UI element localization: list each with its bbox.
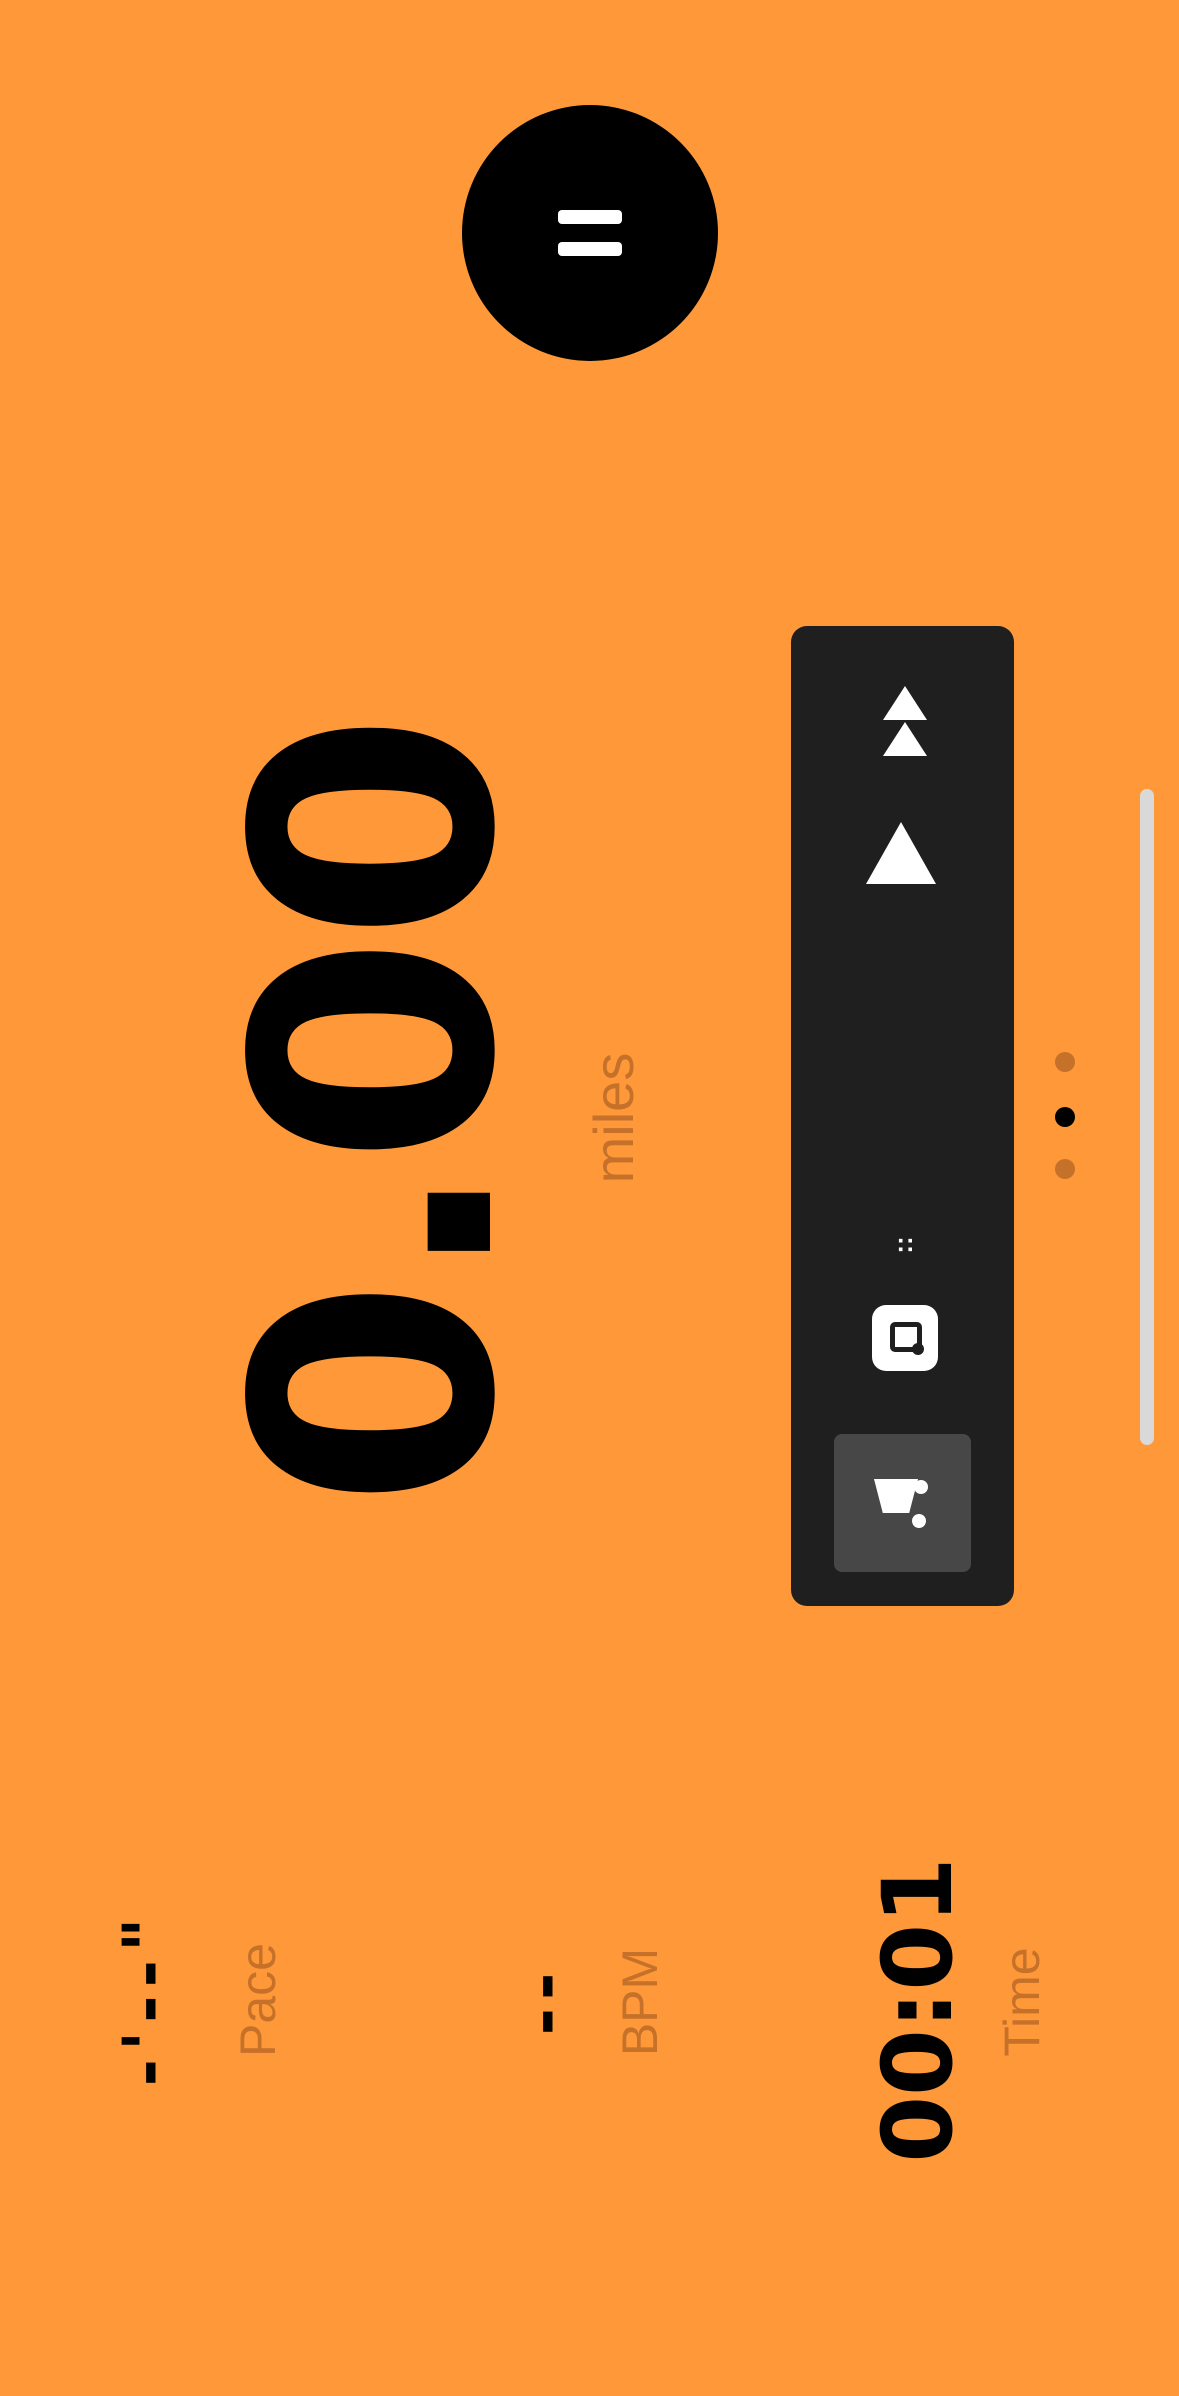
up-arrow-icon[interactable]: [866, 822, 936, 884]
time-label: Time: [994, 1947, 1050, 2057]
pace-value: -'--": [109, 1909, 186, 2087]
distance-unit: miles: [582, 1052, 645, 1184]
bpm-label: BPM: [612, 1947, 668, 2057]
control-label: ::: [888, 1236, 918, 1254]
double-up-arrow-icon[interactable]: [881, 686, 929, 758]
pause-button[interactable]: [462, 105, 718, 361]
scrollbar[interactable]: [1140, 789, 1154, 1445]
control-panel: ::: [791, 626, 1014, 1606]
distance-value: 0.00: [184, 717, 568, 1509]
pace-label: Pace: [230, 1943, 286, 2057]
cart-icon-button[interactable]: [834, 1434, 971, 1572]
pause-icon-bar: [558, 242, 622, 256]
page-dot[interactable]: [1055, 1159, 1075, 1179]
bpm-value: --: [506, 1964, 583, 2036]
page-dot[interactable]: [1055, 1052, 1075, 1072]
page-dot-active[interactable]: [1055, 1107, 1075, 1127]
time-value: 00:01: [862, 1857, 974, 2163]
pause-icon: [558, 210, 622, 224]
route-icon[interactable]: [872, 1305, 938, 1371]
cart-icon: [874, 1479, 918, 1513]
